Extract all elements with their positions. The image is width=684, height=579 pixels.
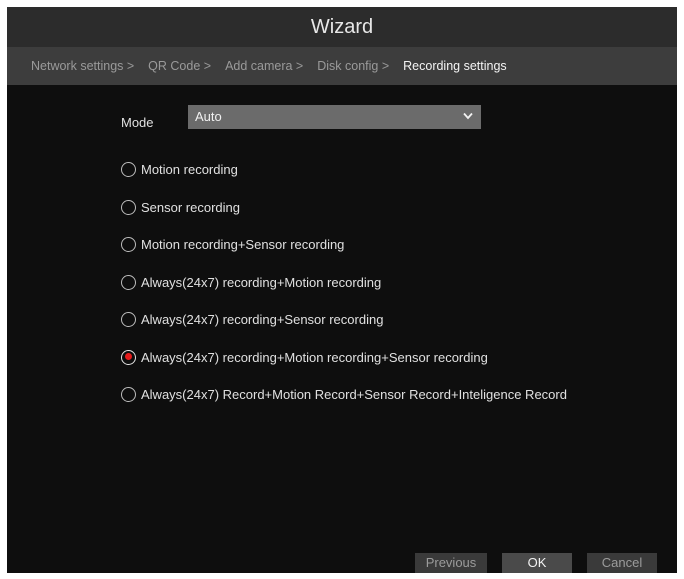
option-label: Always(24x7) recording+Motion recording [141, 274, 382, 290]
ok-button[interactable]: OK [502, 553, 572, 573]
radio-button[interactable] [121, 237, 136, 253]
recording-mode-options: Motion recording Sensor recording Motion… [121, 151, 567, 414]
radio-button[interactable] [121, 312, 136, 328]
window-title: Wizard [7, 7, 677, 47]
mode-label: Mode [121, 115, 154, 130]
radio-button[interactable] [121, 387, 136, 403]
option-motion-sensor-recording[interactable]: Motion recording+Sensor recording [121, 226, 567, 264]
radio-button[interactable] [121, 162, 136, 178]
wizard-window: Wizard Network settings > QR Code > Add … [7, 7, 677, 573]
radio-button-selected[interactable] [121, 349, 136, 365]
option-label: Always(24x7) recording+Motion recording+… [141, 349, 488, 365]
option-label: Motion recording+Sensor recording [141, 237, 345, 253]
option-always-motion-sensor-recording[interactable]: Always(24x7) recording+Motion recording+… [121, 339, 567, 377]
step-add-camera[interactable]: Add camera > [225, 59, 303, 73]
radio-button[interactable] [121, 199, 136, 215]
mode-select-value: Auto [195, 109, 222, 124]
step-recording-settings[interactable]: Recording settings [403, 59, 507, 73]
previous-button[interactable]: Previous [415, 553, 487, 573]
option-always-sensor-recording[interactable]: Always(24x7) recording+Sensor recording [121, 301, 567, 339]
option-label: Motion recording [141, 162, 238, 178]
option-sensor-recording[interactable]: Sensor recording [121, 189, 567, 227]
recording-settings-panel: Mode Auto Motion recording Sensor record… [7, 85, 677, 573]
option-label: Sensor recording [141, 199, 240, 215]
cancel-button[interactable]: Cancel [587, 553, 657, 573]
mode-select[interactable]: Auto [188, 105, 481, 129]
wizard-steps-breadcrumb: Network settings > QR Code > Add camera … [7, 47, 677, 85]
option-label: Always(24x7) Record+Motion Record+Sensor… [141, 387, 567, 403]
radio-button[interactable] [121, 274, 136, 290]
option-label: Always(24x7) recording+Sensor recording [141, 312, 384, 328]
option-motion-recording[interactable]: Motion recording [121, 151, 567, 189]
option-always-motion-sensor-intelligence-record[interactable]: Always(24x7) Record+Motion Record+Sensor… [121, 376, 567, 414]
step-network-settings[interactable]: Network settings > [31, 59, 134, 73]
option-always-motion-recording[interactable]: Always(24x7) recording+Motion recording [121, 264, 567, 302]
chevron-down-icon [463, 112, 473, 120]
step-qr-code[interactable]: QR Code > [148, 59, 211, 73]
step-disk-config[interactable]: Disk config > [317, 59, 389, 73]
wizard-footer: Previous OK Cancel [7, 553, 677, 573]
